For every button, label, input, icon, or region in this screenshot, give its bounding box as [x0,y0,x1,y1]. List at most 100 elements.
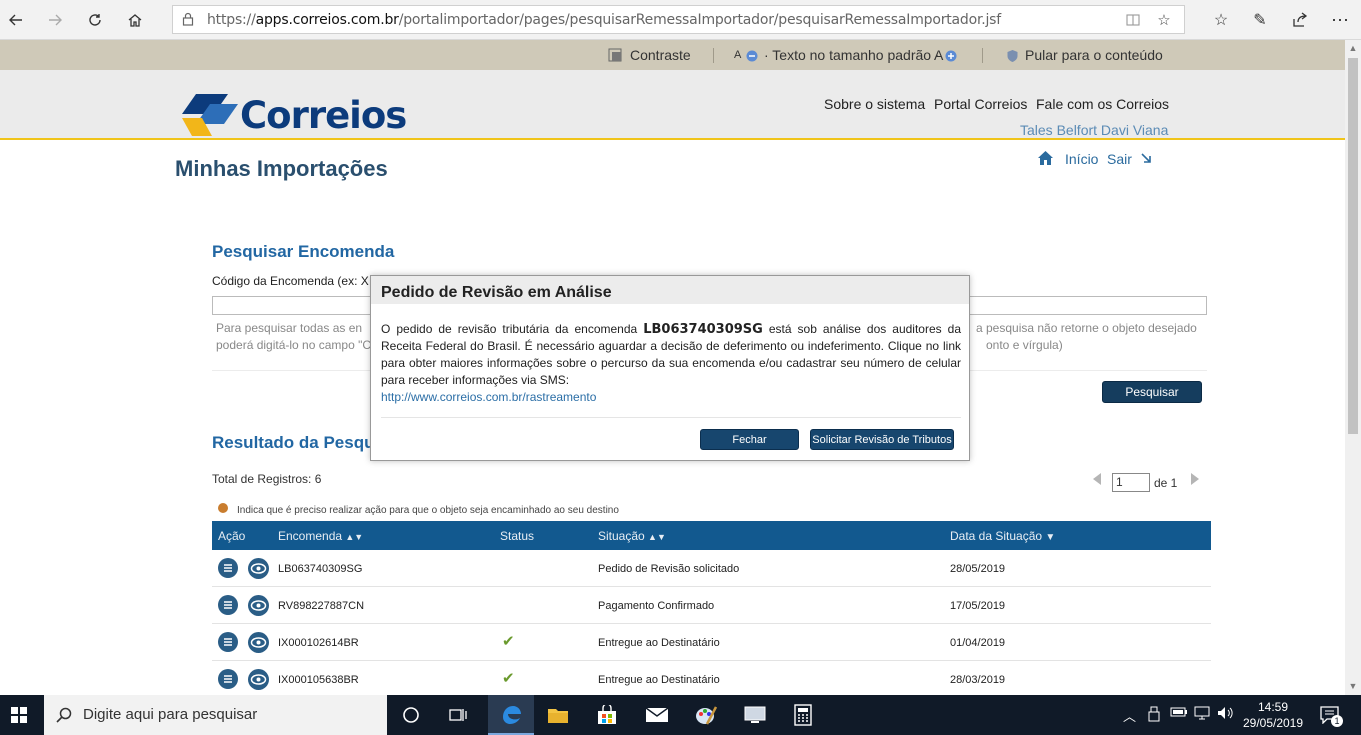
sort-icon: ▲▼ [648,532,666,542]
plus-circle-icon[interactable] [945,49,957,65]
contrast-icon[interactable] [608,47,622,63]
total-records: Total de Registros: 6 [212,472,322,486]
column-situacao[interactable]: Situação ▲▼ [598,529,666,543]
table-header: Ação Encomenda ▲▼ Status Situação ▲▼ Dat… [212,521,1211,550]
forward-icon[interactable] [43,8,67,32]
taskbar-search-box[interactable]: Digite aqui para pesquisar [44,695,387,735]
lock-icon [182,12,194,26]
package-code[interactable]: IX000102614BR [278,637,359,649]
mail-icon[interactable] [642,701,672,729]
favorites-list-icon[interactable]: ☆ [1209,8,1233,32]
tracking-link[interactable]: http://www.correios.com.br/rastreamento [381,390,596,404]
home-icon[interactable] [1038,151,1053,167]
table-row: LB063740309SG Pedido de Revisão solicita… [212,550,1211,587]
calculator-icon[interactable] [788,701,818,729]
file-explorer-icon[interactable] [543,701,573,729]
store-icon[interactable] [592,701,622,729]
logout-arrow-icon[interactable] [1141,151,1152,167]
view-eye-icon[interactable] [248,669,269,690]
divider [713,48,714,63]
view-eye-icon[interactable] [248,595,269,616]
close-button[interactable]: Fechar [700,429,799,450]
situation: Pedido de Revisão solicitado [598,563,740,575]
view-eye-icon[interactable] [248,632,269,653]
results-section-title: Resultado da Pesqui [212,433,380,452]
skip-to-content-link[interactable]: Pular para o conteúdo [1025,47,1163,63]
situation-date: 17/05/2019 [950,600,1006,612]
accessibility-bar: Contraste A · Texto no tamanho padrão · … [0,40,1345,70]
delivered-check-icon: ✔ [502,670,515,687]
delivered-check-icon: ✔ [502,633,515,650]
contrast-link[interactable]: Contraste [630,47,691,63]
paint-icon[interactable] [691,701,721,729]
nav-sobre-o-sistema[interactable]: Sobre o sistema [824,96,925,112]
font-decrease-label[interactable]: A [734,49,741,61]
prev-page-icon[interactable] [1090,472,1104,489]
package-code-label: Código da Encomenda (ex: X [212,274,369,288]
details-list-icon[interactable] [218,558,238,578]
share-icon[interactable] [1288,8,1312,32]
windows-taskbar: Digite aqui para pesquisar ︿ 14:59 29/05… [0,695,1361,735]
site-header: Correios Sobre o sistema Portal Correios… [0,70,1345,140]
font-default-link[interactable]: · Texto no tamanho padrão · [764,47,940,63]
package-code[interactable]: IX000105638BR [278,674,359,686]
table-row: RV898227887CN Pagamento Confirmado 17/05… [212,587,1211,624]
browser-toolbar: https://apps.correios.com.br/portalimpor… [0,0,1361,40]
details-list-icon[interactable] [218,669,238,689]
situation: Pagamento Confirmado [598,600,715,612]
favorite-star-icon[interactable]: ☆ [1154,10,1174,30]
more-icon[interactable]: ⋯ [1328,8,1352,32]
situation-date: 28/03/2019 [950,674,1006,686]
next-page-icon[interactable] [1188,472,1202,489]
sair-link[interactable]: Sair [1107,151,1132,167]
package-code[interactable]: LB063740309SG [278,563,362,575]
column-data-situacao[interactable]: Data da Situação ▼ [950,529,1055,543]
situation-date: 28/05/2019 [950,563,1006,575]
back-icon[interactable] [4,8,28,32]
task-view-icon[interactable] [444,701,474,729]
request-tax-review-button[interactable]: Solicitar Revisão de Tributos [810,429,954,450]
action-required-dot-icon [218,503,228,513]
search-button[interactable]: Pesquisar [1102,381,1202,403]
user-name: Tales Belfort Davi Viana [1020,122,1169,138]
scrollbar-thumb[interactable] [1348,58,1358,434]
system-clock[interactable]: 14:59 29/05/2019 [1240,699,1306,731]
legend-text: Indica que é preciso realizar ação para … [237,505,619,516]
details-list-icon[interactable] [218,632,238,652]
package-code[interactable]: RV898227887CN [278,600,364,612]
cortana-icon[interactable] [396,701,426,729]
font-increase-label[interactable]: A [934,47,943,63]
network-icon[interactable] [1194,706,1210,723]
windows-start-icon[interactable] [4,701,34,729]
details-list-icon[interactable] [218,595,238,615]
view-eye-icon[interactable] [248,558,269,579]
remote-desktop-icon[interactable] [740,701,770,729]
pen-icon[interactable]: ✎ [1248,8,1272,32]
tray-chevron-up-icon[interactable]: ︿ [1123,706,1136,725]
divider [381,417,961,418]
package-code-highlight: LB063740309SG [643,322,763,337]
correios-logo[interactable]: Correios [182,92,407,138]
edge-browser-icon[interactable] [496,701,526,729]
battery-icon[interactable] [1170,706,1188,721]
minus-circle-icon[interactable] [746,49,758,65]
refresh-icon[interactable] [83,8,107,32]
volume-icon[interactable] [1217,706,1235,723]
table-row: IX000102614BR ✔ Entregue ao Destinatário… [212,624,1211,661]
url-text: https://apps.correios.com.br/portalimpor… [207,12,1002,28]
page-title: Minhas Importações [175,156,388,181]
page-number-input[interactable]: 1 [1112,473,1150,492]
scroll-down-icon[interactable]: ▼ [1348,681,1358,691]
home-icon[interactable] [123,8,147,32]
scroll-up-icon[interactable]: ▲ [1348,43,1358,53]
nav-portal-correios[interactable]: Portal Correios [934,96,1027,112]
usb-device-icon[interactable] [1148,706,1160,725]
shield-icon [1006,49,1019,65]
address-bar[interactable]: https://apps.correios.com.br/portalimpor… [172,5,1185,34]
inicio-link[interactable]: Início [1065,151,1098,167]
review-status-dialog: Pedido de Revisão em Análise O pedido de… [370,275,970,461]
reading-view-icon[interactable] [1123,10,1143,30]
nav-fale-com-os-correios[interactable]: Fale com os Correios [1036,96,1169,112]
column-encomenda[interactable]: Encomenda ▲▼ [278,529,363,543]
page-scrollbar[interactable]: ▲ ▼ [1345,40,1361,695]
